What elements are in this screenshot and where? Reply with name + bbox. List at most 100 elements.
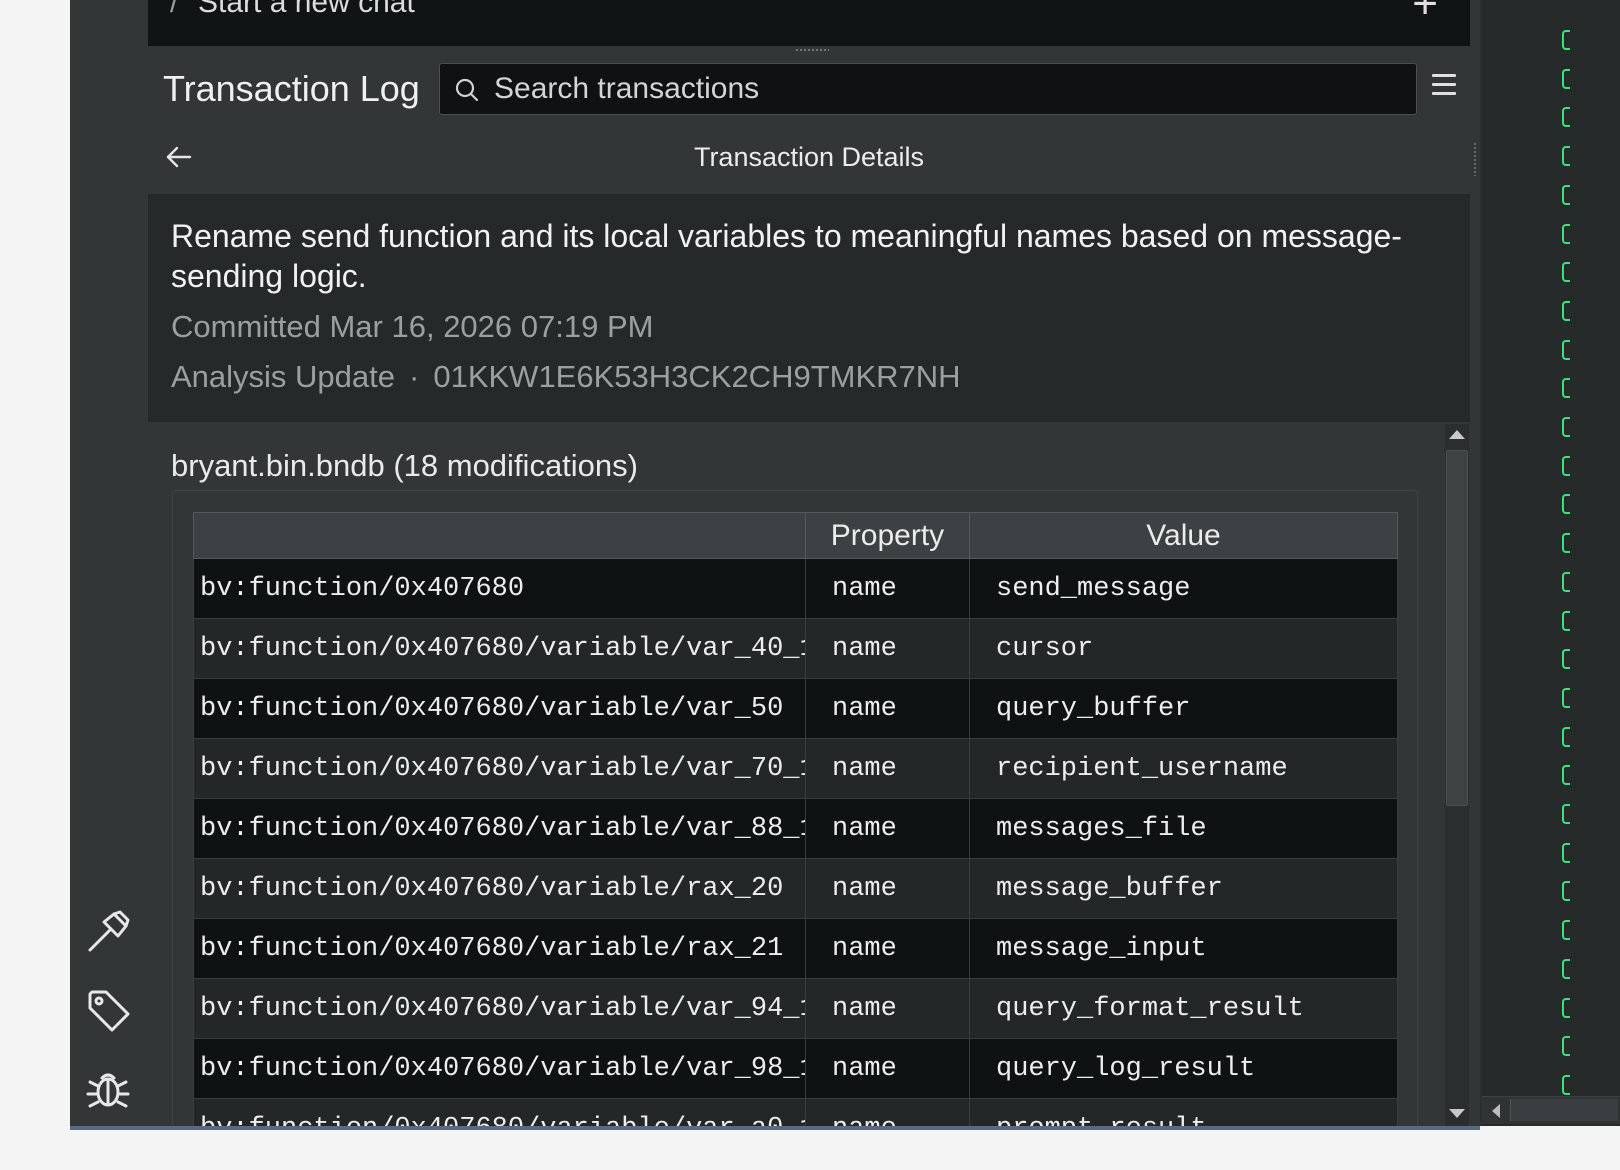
- code-marker: [1562, 223, 1570, 244]
- new-chat-bar[interactable]: / Start a new chat +: [148, 0, 1470, 46]
- code-marker: [1562, 958, 1570, 979]
- cell-path: bv:function/0x407680/variable/var_40_1: [193, 618, 806, 679]
- cell-property: name: [805, 1098, 970, 1126]
- left-tool-strip: [70, 0, 148, 1170]
- table-row[interactable]: bv:function/0x407680/variable/var_50 name…: [193, 678, 1398, 739]
- modifications-table: Property Value bv:function/0x407680 name s…: [193, 512, 1398, 1126]
- app-window: / Start a new chat + Transaction Log Tra…: [70, 0, 1620, 1170]
- cell-property: name: [805, 798, 970, 859]
- cell-property: name: [805, 1038, 970, 1099]
- code-marker: [1562, 1074, 1570, 1095]
- meta-separator: ·: [409, 359, 420, 394]
- code-marker: [1562, 997, 1570, 1018]
- hammer-icon[interactable]: [84, 908, 132, 956]
- code-marker: [1562, 494, 1570, 515]
- code-marker: [1562, 68, 1570, 89]
- cell-path: bv:function/0x407680/variable/var_50: [193, 678, 806, 739]
- transaction-type: Analysis Update: [171, 359, 396, 394]
- table-header-row: Property Value: [193, 512, 1398, 559]
- code-marker: [1562, 146, 1570, 167]
- table-row[interactable]: bv:function/0x407680/variable/var_88_1 na…: [193, 798, 1398, 859]
- file-group-title: bryant.bin.bndb (18 modifications): [171, 448, 638, 483]
- cell-value: query_buffer: [969, 678, 1398, 739]
- search-box[interactable]: [439, 63, 1417, 115]
- code-marker: [1562, 726, 1570, 747]
- cell-path: bv:function/0x407680/variable/var_88_1: [193, 798, 806, 859]
- table-row[interactable]: bv:function/0x407680/variable/var_a0_1na…: [193, 1098, 1398, 1126]
- table-row[interactable]: bv:function/0x407680 name send_message: [193, 558, 1398, 619]
- code-marker: [1562, 842, 1570, 863]
- details-header: Transaction Details: [148, 128, 1470, 190]
- code-marker: [1562, 339, 1570, 360]
- header: Transaction Log: [148, 60, 1470, 120]
- cell-path: bv:function/0x407680/variable/rax_20: [193, 858, 806, 919]
- cell-value: query_format_result: [969, 978, 1398, 1039]
- search-icon: [455, 78, 479, 102]
- plus-icon[interactable]: +: [1412, 0, 1438, 26]
- table-row[interactable]: bv:function/0x407680/variable/rax_21 name…: [193, 918, 1398, 979]
- column-header-property[interactable]: Property: [805, 512, 970, 559]
- scroll-thumb[interactable]: [1446, 450, 1468, 806]
- tag-icon[interactable]: [84, 986, 132, 1034]
- cell-value: cursor: [969, 618, 1398, 679]
- cell-property: name: [805, 558, 970, 619]
- code-marker: [1562, 417, 1570, 437]
- code-marker: [1562, 649, 1570, 670]
- search-input[interactable]: [494, 64, 1394, 114]
- cell-value: send_message: [969, 558, 1398, 619]
- code-marker: [1562, 804, 1570, 824]
- hamburger-menu-icon[interactable]: [1432, 74, 1458, 98]
- cell-path: bv:function/0x407680/variable/var_70_1: [193, 738, 806, 799]
- resize-grip[interactable]: [795, 48, 829, 52]
- cell-value: recipient_username: [969, 738, 1398, 799]
- cell-property: name: [805, 858, 970, 919]
- transaction-description: Rename send function and its local varia…: [171, 218, 1402, 294]
- cell-property: name: [805, 738, 970, 799]
- table-row[interactable]: bv:function/0x407680/variable/var_98_1 na…: [193, 1038, 1398, 1099]
- cell-path: bv:function/0x407680/variable/var_94_1: [193, 978, 806, 1039]
- page-title: Transaction Log: [163, 68, 420, 109]
- vertical-scrollbar[interactable]: [1445, 424, 1469, 1126]
- table-row[interactable]: bv:function/0x407680/variable/var_94_1 na…: [193, 978, 1398, 1039]
- horizontal-scrollbar[interactable]: [1482, 1096, 1620, 1124]
- bug-icon[interactable]: [84, 1064, 132, 1112]
- cell-value: message_input: [969, 918, 1398, 979]
- splitter-handle[interactable]: [1473, 142, 1477, 176]
- cell-value: messages_file: [969, 798, 1398, 859]
- cell-property: name: [805, 618, 970, 679]
- code-marker: [1562, 533, 1570, 554]
- code-markers: [1562, 30, 1572, 1110]
- scroll-thumb-horizontal[interactable]: [1510, 1099, 1618, 1121]
- scroll-up-icon[interactable]: [1449, 430, 1465, 439]
- code-marker: [1562, 687, 1570, 708]
- code-marker: [1562, 920, 1570, 941]
- code-marker: [1562, 765, 1570, 786]
- code-marker: [1562, 300, 1570, 321]
- code-marker: [1562, 881, 1570, 902]
- code-marker: [1562, 571, 1570, 592]
- cell-path: bv:function/0x407680/variable/rax_21: [193, 918, 806, 979]
- modifications-area: bryant.bin.bndb (18 modifications) Prope…: [148, 422, 1470, 1126]
- cell-property: name: [805, 678, 970, 739]
- code-marker: [1562, 107, 1570, 128]
- transaction-id: 01KKW1E6K53H3CK2CH9TMKR7NH: [433, 359, 961, 394]
- code-marker: [1562, 378, 1570, 399]
- column-header-path[interactable]: [193, 512, 806, 559]
- scroll-left-icon[interactable]: [1492, 1104, 1500, 1118]
- table-row[interactable]: bv:function/0x407680/variable/var_70_1 na…: [193, 738, 1398, 799]
- cell-value: message_buffer: [969, 858, 1398, 919]
- cell-property: name: [805, 978, 970, 1039]
- table-row[interactable]: bv:function/0x407680/variable/var_40_1 na…: [193, 618, 1398, 679]
- table-row[interactable]: bv:function/0x407680/variable/rax_20 name…: [193, 858, 1398, 919]
- transaction-summary: Rename send function and its local varia…: [148, 194, 1470, 422]
- new-chat-label[interactable]: Start a new chat: [198, 0, 415, 20]
- cell-value: query_log_result: [969, 1038, 1398, 1099]
- code-marker: [1562, 1036, 1570, 1057]
- right-code-pane: [1482, 0, 1620, 1170]
- column-header-value[interactable]: Value: [969, 512, 1398, 559]
- commit-timestamp: Committed Mar 16, 2026 07:19 PM: [171, 309, 654, 344]
- slash-glyph: /: [170, 0, 179, 19]
- cell-path: bv:function/0x407680/variable/var_98_1: [193, 1038, 806, 1099]
- cell-property: name: [805, 918, 970, 979]
- scroll-down-icon[interactable]: [1449, 1109, 1465, 1118]
